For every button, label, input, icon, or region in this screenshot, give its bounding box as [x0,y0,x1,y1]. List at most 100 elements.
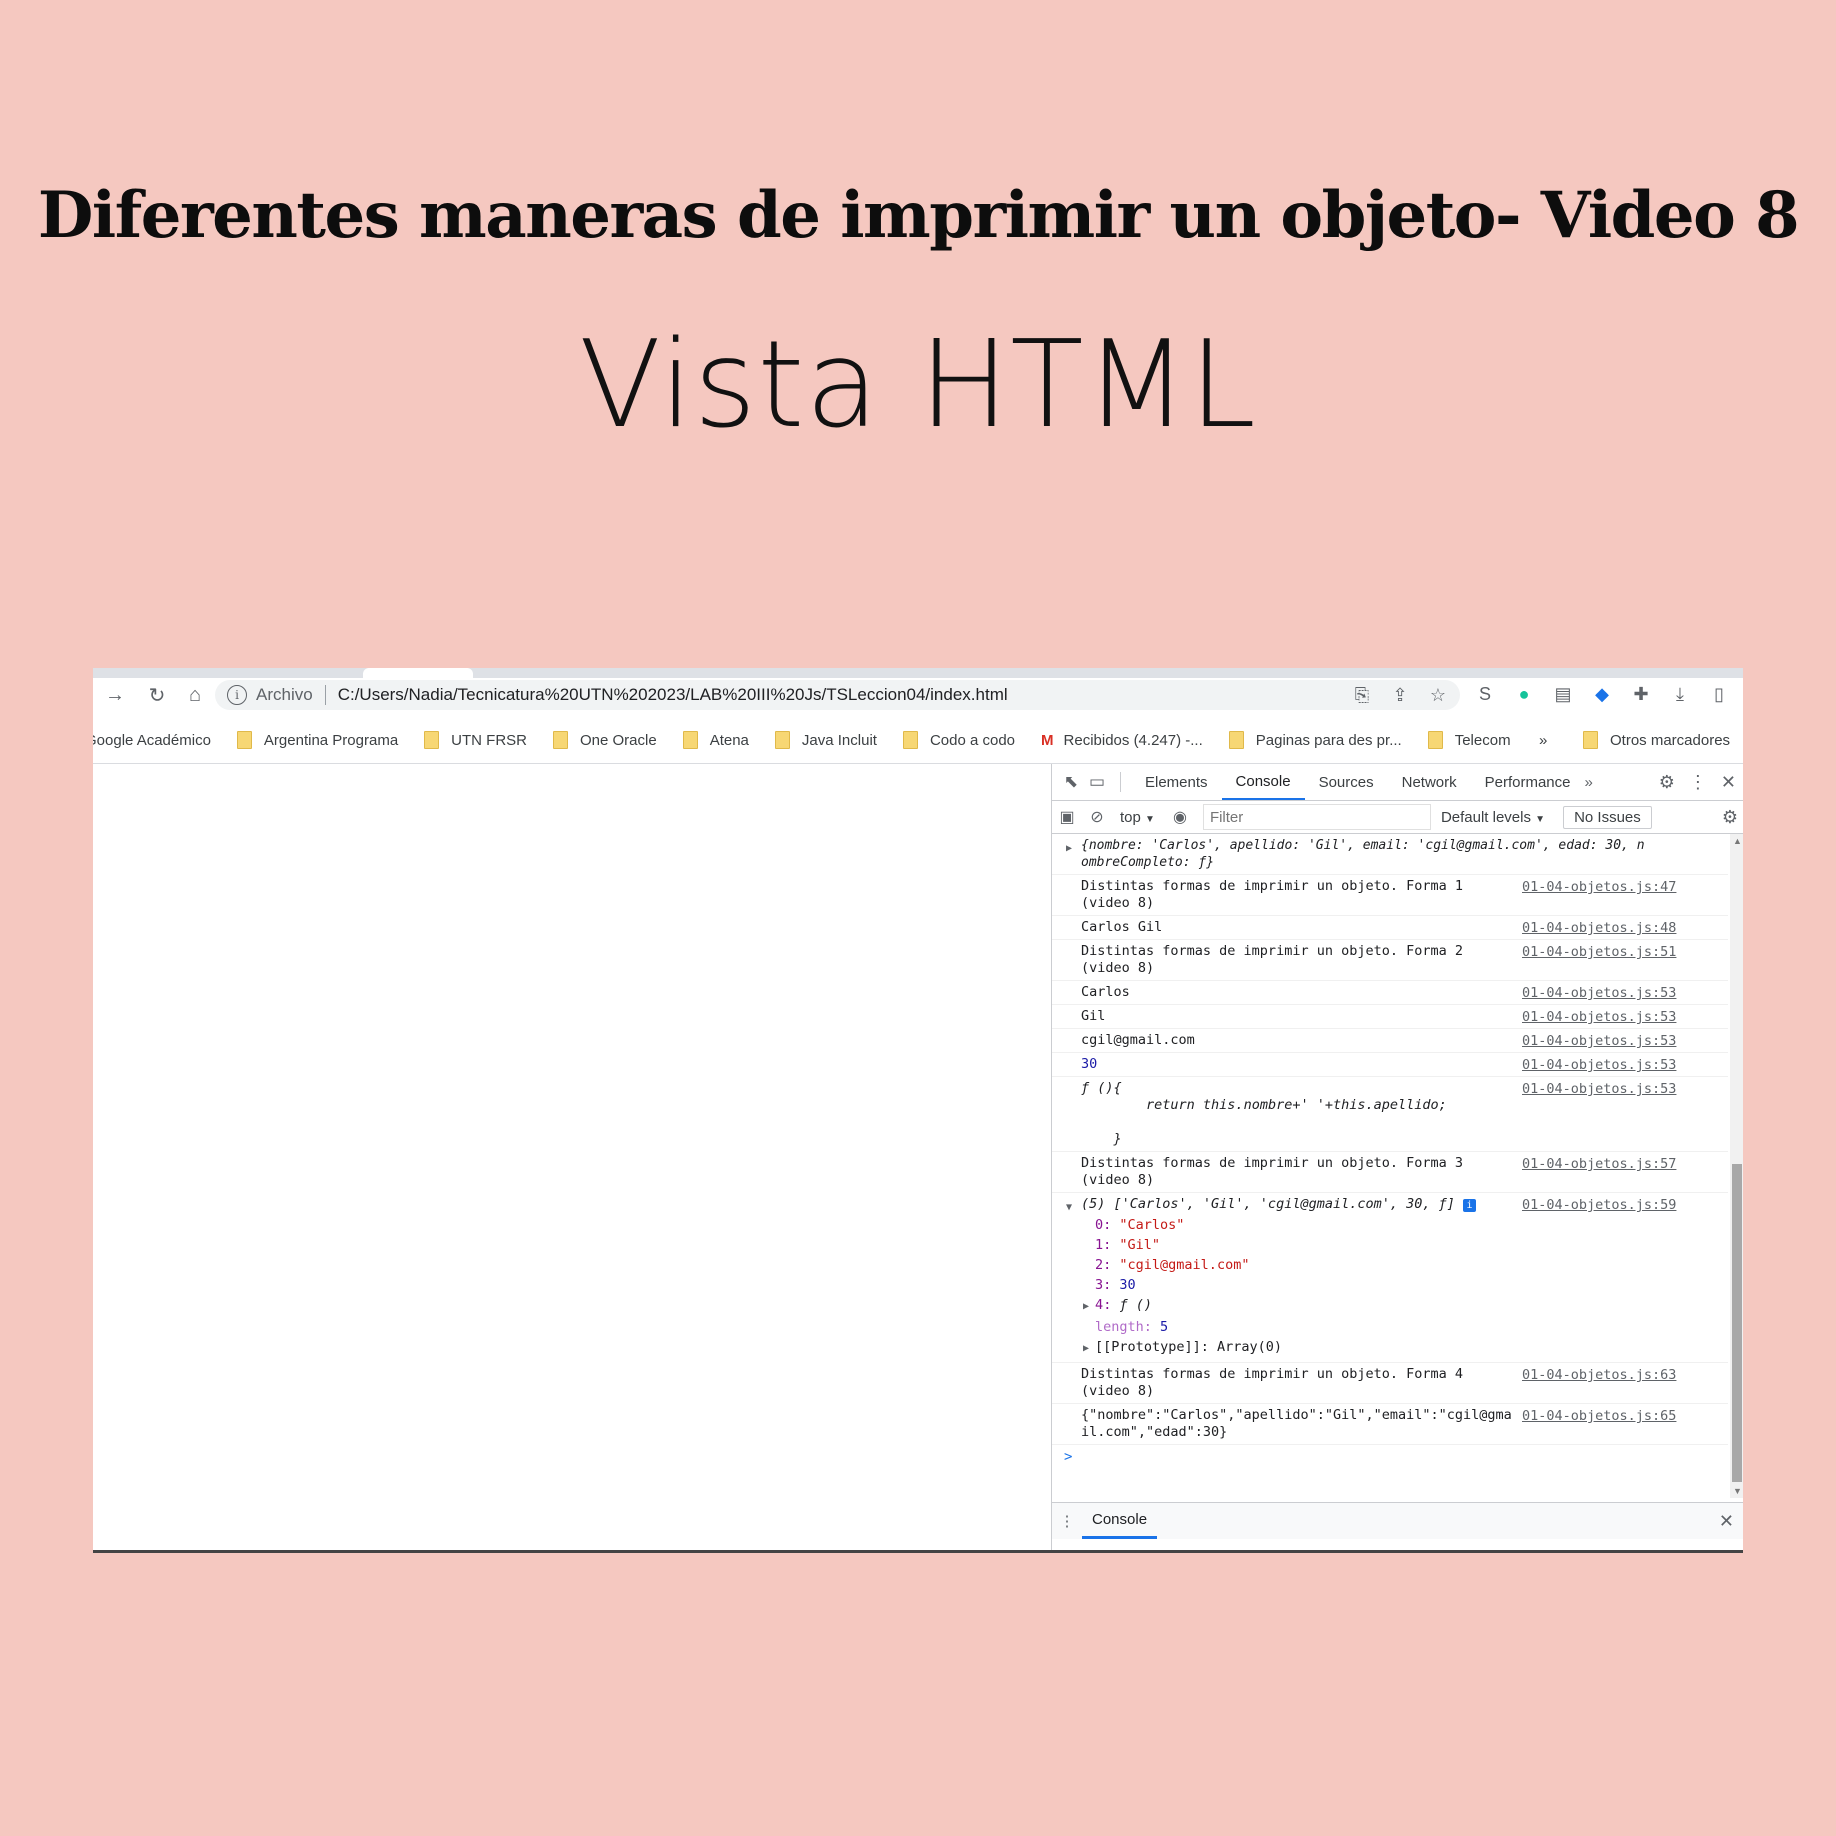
bookmark-item[interactable]: Paginas para des pr... [1228,731,1402,749]
log-text: Carlos [1081,984,1130,1000]
levels-dropdown[interactable]: Default levels ▼ [1441,809,1545,826]
divider [1120,772,1121,792]
puzzle-icon[interactable]: ✚ [1629,682,1653,706]
console-prompt[interactable]: > [1052,1445,1728,1465]
console-message: Gil 01-04-objetos.js:53 [1052,1005,1728,1029]
info-badge-icon[interactable]: i [1463,1199,1477,1212]
bookmark-item[interactable]: Java Incluit [774,731,877,749]
grammarly-icon[interactable]: ● [1512,682,1536,706]
extension-icon[interactable]: ▤ [1551,682,1575,706]
url-text[interactable]: C:/Users/Nadia/Tecnicatura%20UTN%202023/… [338,685,1008,705]
sidebar-toggle-icon[interactable]: ▣ [1052,807,1082,827]
expand-icon[interactable]: ▶ [1066,840,1072,857]
side-panel-icon[interactable]: ▯ [1707,682,1731,706]
issues-button[interactable]: No Issues [1563,805,1652,829]
bookmark-item[interactable]: Argentina Programa [236,731,398,749]
tab-network[interactable]: Network [1388,764,1471,800]
folder-icon [682,731,698,749]
info-icon[interactable]: i [227,685,247,705]
bookmark-item[interactable]: Atena [682,731,749,749]
filter-input[interactable]: Filter [1202,804,1431,830]
log-function[interactable]: ƒ (){ return this.nombre+' '+this.apelli… [1081,1080,1526,1148]
source-link[interactable]: 01-04-objetos.js:53 [1522,1081,1676,1098]
bookmark-item[interactable]: One Oracle [553,731,657,749]
drawer-tab-console[interactable]: Console [1082,1503,1158,1539]
context-select[interactable]: top ▼ [1120,809,1155,826]
bookmark-item[interactable]: Google Académico [93,732,211,749]
eye-icon[interactable]: ◉ [1165,807,1195,827]
scroll-down-icon[interactable]: ▼ [1733,1486,1742,1496]
source-link[interactable]: 01-04-objetos.js:65 [1522,1408,1676,1425]
bookmark-item[interactable]: Codo a codo [902,731,1015,749]
browser-screenshot: → ↻ ⌂ i Archivo C:/Users/Nadia/Tecnicatu… [93,668,1743,1553]
levels-label: Default levels [1440,808,1531,826]
bookmark-label: Telecom [1454,731,1511,749]
tab-performance[interactable]: Performance [1471,764,1585,800]
forward-icon[interactable]: → [103,683,127,707]
folder-icon [553,731,568,749]
source-link[interactable]: 01-04-objetos.js:53 [1522,1057,1676,1074]
tab-sources[interactable]: Sources [1305,764,1388,800]
more-tabs-button[interactable]: » [1585,774,1593,791]
clear-console-icon[interactable]: ⊘ [1082,807,1112,827]
length-key: length [1095,1319,1144,1335]
tab-elements[interactable]: Elements [1131,764,1222,800]
subhead: Vista HTML [579,316,1257,455]
tab-console[interactable]: Console [1221,764,1305,800]
source-link[interactable]: 01-04-objetos.js:53 [1522,985,1676,1002]
scroll-up-icon[interactable]: ▲ [1733,836,1742,846]
share-icon[interactable]: ⇪ [1388,683,1412,707]
kebab-icon[interactable]: ⋮ [1689,772,1707,793]
array-prototype[interactable]: ▶ [[Prototype]]: Array(0) [1083,1337,1728,1359]
star-icon[interactable]: ☆ [1426,683,1450,707]
bookmark-label: Google Académico [93,731,211,749]
array-preview[interactable]: (5) ['Carlos', 'Gil', 'cgil@gmail.com', … [1081,1196,1501,1213]
source-link[interactable]: 01-04-objetos.js:59 [1522,1197,1676,1214]
gear-icon[interactable]: ⚙ [1659,772,1675,793]
folder-icon [236,731,252,749]
close-drawer-icon[interactable]: ✕ [1719,1511,1734,1532]
bookmark-item[interactable]: M Recibidos (4.247) -... [1041,732,1203,749]
source-link[interactable]: 01-04-objetos.js:48 [1522,920,1676,937]
scheme-label: Archivo [256,685,313,704]
source-link[interactable]: 01-04-objetos.js:53 [1522,1009,1676,1026]
device-toolbar-icon[interactable]: ▭ [1084,772,1110,792]
active-tab[interactable] [363,668,473,678]
bookmarks-overflow-button[interactable]: » [1539,732,1547,749]
console-settings-icon[interactable]: ⚙ [1722,807,1738,828]
download-icon[interactable]: ⤓ [1668,682,1692,706]
array-contents: 0: "Carlos" 1: "Gil" 2: "cgil@gmail.com"… [1081,1215,1728,1359]
devtools-panel: ⬉ ▭ Elements Console Sources Network Per… [1051,764,1743,1550]
log-text: Gil [1081,1008,1106,1024]
object-preview[interactable]: {nombre: 'Carlos', apellido: 'Gil', emai… [1081,837,1701,871]
collapse-icon[interactable]: ▼ [1066,1199,1072,1216]
translate-ext-icon[interactable]: ◆ [1590,682,1614,706]
log-text: cgil@gmail.com [1081,1032,1195,1048]
home-icon[interactable]: ⌂ [183,683,207,707]
expand-icon[interactable]: ▶ [1083,1343,1095,1354]
source-link[interactable]: 01-04-objetos.js:47 [1522,879,1676,896]
source-link[interactable]: 01-04-objetos.js:57 [1522,1156,1676,1173]
drawer-menu-icon[interactable]: ⋮ [1052,1512,1082,1530]
array-item[interactable]: ▶ 4: ƒ () [1083,1295,1728,1317]
close-icon[interactable]: ✕ [1721,772,1736,793]
reload-icon[interactable]: ↻ [145,683,169,707]
source-link[interactable]: 01-04-objetos.js:63 [1522,1367,1676,1384]
extension-icons: S ● ▤ ◆ ✚ ⤓ ▯ ● ⋮ [1473,682,1743,706]
bookmark-item[interactable]: UTN FRSR [424,731,527,749]
other-bookmarks[interactable]: Otros marcadores [1583,731,1730,749]
console-scrollbar[interactable]: ▲ ▼ [1730,834,1743,1498]
bookmark-item[interactable]: Telecom [1427,731,1511,749]
array-item: 2: "cgil@gmail.com" [1095,1257,1250,1273]
console-message: Carlos 01-04-objetos.js:53 [1052,981,1728,1005]
expand-icon[interactable]: ▶ [1083,1301,1095,1312]
source-link[interactable]: 01-04-objetos.js:51 [1522,944,1676,961]
source-link[interactable]: 01-04-objetos.js:53 [1522,1033,1676,1050]
divider [324,685,326,705]
address-bar[interactable]: i Archivo C:/Users/Nadia/Tecnicatura%20U… [215,680,1460,710]
console-message: Carlos Gil 01-04-objetos.js:48 [1052,916,1728,940]
scroll-thumb[interactable] [1732,1164,1742,1482]
translate-icon[interactable]: ⎘ [1350,683,1374,707]
inspect-icon[interactable]: ⬉ [1058,772,1084,792]
skype-icon[interactable]: S [1473,682,1497,706]
